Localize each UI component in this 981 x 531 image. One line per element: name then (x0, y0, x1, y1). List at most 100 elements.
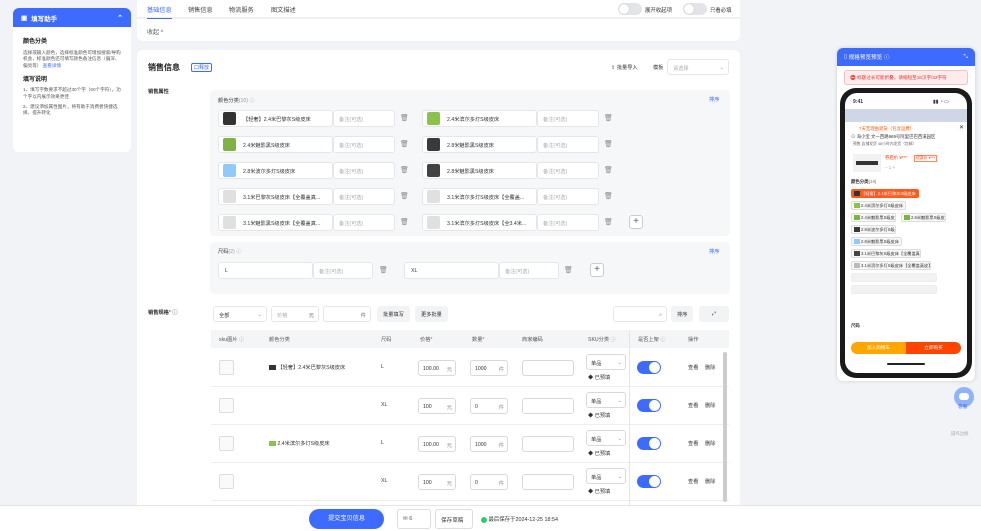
color-value-input[interactable]: 【轻奢】2.4米巴黎灰S级皮床 (218, 110, 333, 127)
listed-toggle[interactable] (637, 361, 661, 374)
tab-logistics[interactable]: 物流服务 (229, 5, 254, 14)
color-remark-input[interactable]: 备注(可选) (537, 162, 599, 179)
color-thumbnail[interactable] (223, 190, 236, 203)
assistant-action[interactable]: 操作边框 (951, 431, 969, 437)
template-select[interactable]: 请选择 ⌄ (667, 59, 729, 75)
sku-category-select[interactable]: 单品 ⌄ (586, 468, 626, 484)
expand-icon[interactable]: ⤢ (699, 306, 729, 322)
color-thumbnail[interactable] (427, 138, 440, 151)
size-remark-input[interactable]: 备注(可选) (313, 262, 373, 279)
color-value-input[interactable]: 2.4米魅影黑S级皮床 (218, 136, 333, 153)
price-input[interactable]: 100.00 元 (418, 360, 456, 376)
batch-price-input[interactable]: 价格元 (271, 306, 319, 322)
sku-image-upload[interactable] (219, 436, 234, 451)
filter-all-select[interactable]: 全部 ⌄ (213, 306, 267, 322)
tab-basic-info[interactable]: 基础信息 (147, 5, 172, 20)
color-thumbnail[interactable] (223, 112, 236, 125)
qty-input[interactable]: 0件 (470, 398, 508, 414)
color-thumbnail[interactable] (223, 138, 236, 151)
delete-link[interactable]: 删除 (705, 402, 715, 409)
trash-icon[interactable]: 🗑 (400, 218, 409, 226)
preview-color-chip[interactable]: 2.8米魅影黑S级皮床 (851, 237, 902, 246)
color-value-input[interactable]: 3.1米巴黎灰S级皮床【全覆盖真... (218, 188, 333, 205)
color-remark-input[interactable]: 备注(可选) (333, 136, 395, 153)
color-remark-input[interactable]: 备注(可选) (537, 214, 599, 231)
close-icon[interactable]: ✕ (959, 124, 964, 131)
preview-color-chip[interactable]: 2.4米魅影黑S级皮床 (851, 213, 896, 222)
preview-color-chip[interactable]: 2.4米滨尔多灯S级皮床 (851, 201, 907, 210)
color-value-input[interactable]: 2.4米滨尔多灯S级皮床 (422, 110, 537, 127)
trash-icon[interactable]: 🗑 (400, 114, 409, 122)
delete-link[interactable]: 删除 (705, 440, 715, 447)
trash-icon[interactable]: 🗑 (604, 140, 613, 148)
price-input[interactable]: 100.00 元 (418, 436, 456, 452)
preview-color-chip[interactable]: 3.1米滨尔多灯S级皮床【全覆盖真皮】 (851, 261, 931, 270)
color-thumbnail[interactable] (223, 164, 236, 177)
size-sort-link[interactable]: 排序 (709, 248, 719, 255)
size-remark-input[interactable]: 备注(可选) (499, 262, 559, 279)
color-thumbnail[interactable] (427, 112, 440, 125)
preview-color-chip[interactable]: 2.8米波尔多灯S级皮床 (851, 225, 896, 234)
delete-link[interactable]: 删除 (705, 364, 715, 371)
merchant-code-input[interactable] (522, 398, 574, 414)
add-to-cart-button[interactable]: 加入购物车 (851, 342, 906, 354)
listed-toggle[interactable] (637, 399, 661, 412)
color-remark-input[interactable]: 备注(可选) (537, 188, 599, 205)
batch-import-button[interactable]: ⇪ 批量导入 (611, 64, 638, 71)
add-size-button[interactable]: + (590, 263, 604, 277)
trash-icon[interactable]: 🗑 (604, 114, 613, 122)
shrink-icon[interactable]: ⤡ (964, 54, 968, 61)
trash-icon[interactable]: 🗑 (379, 266, 388, 274)
color-value-input[interactable]: 2.8米魅影黑S级皮床 (422, 162, 537, 179)
assistant-label[interactable]: 客服 (958, 404, 967, 410)
color-sort-link[interactable]: 排序 (709, 96, 719, 103)
color-value-input[interactable]: 3.1米魅影黑S级皮床【全覆盖真... (218, 214, 333, 231)
tab-description[interactable]: 图文描述 (271, 5, 296, 14)
required-only-toggle[interactable] (683, 3, 707, 15)
sku-category-select[interactable]: 单品 ⌄ (586, 354, 626, 370)
buy-now-button[interactable]: 立即购买 (906, 342, 961, 354)
more-batch-button[interactable]: 更多批量 (415, 306, 448, 322)
qty-input[interactable]: 1000 件 (470, 436, 508, 452)
trash-icon[interactable]: 🗑 (564, 266, 573, 274)
batch-fill-button[interactable]: 批量填写 (377, 306, 410, 322)
chevron-up-icon[interactable]: ⌃ (117, 14, 123, 22)
trash-icon[interactable]: 🗑 (400, 166, 409, 174)
delete-link[interactable]: 删除 (705, 478, 715, 485)
tab-sales-info[interactable]: 销售信息 (188, 5, 213, 14)
expand-toggle[interactable] (618, 3, 642, 15)
view-link[interactable]: 查看 (688, 364, 698, 371)
fill-helper-header[interactable]: ▣ 填写助手 ⌃ (13, 8, 131, 27)
spec-sort-button[interactable]: 排序 (671, 306, 694, 322)
trash-icon[interactable]: 🗑 (400, 140, 409, 148)
color-thumbnail[interactable] (427, 190, 440, 203)
preview-color-chip[interactable]: 3.1米巴黎灰S级皮床【全覆盖真皮】 (851, 249, 921, 258)
trash-icon[interactable]: 🗑 (604, 192, 613, 200)
color-remark-input[interactable]: 备注(可选) (537, 110, 599, 127)
preview-stepper[interactable]: − 1 + (885, 165, 895, 170)
price-input[interactable]: 100 元 (418, 474, 456, 490)
sku-category-select[interactable]: 单品 ⌄ (586, 430, 626, 446)
preview-color-chip[interactable]: 2.8米魅影黑S级皮床 (901, 213, 946, 222)
view-details-link[interactable]: 查看详情 (43, 63, 61, 68)
spec-search-input[interactable]: ⌕ (613, 306, 667, 322)
listed-toggle[interactable] (637, 475, 661, 488)
batch-stock-input[interactable]: 件 (323, 306, 371, 322)
save-draft-button[interactable]: 保存草稿 (435, 509, 473, 529)
view-link[interactable]: 查看 (688, 440, 698, 447)
size-value-xl[interactable]: XL (404, 262, 499, 279)
merchant-code-input[interactable] (522, 360, 574, 376)
merchant-code-input[interactable] (522, 436, 574, 452)
sku-image-upload[interactable] (219, 360, 234, 375)
color-thumbnail[interactable] (223, 216, 236, 229)
qty-input[interactable]: 0件 (470, 474, 508, 490)
qty-input[interactable]: 1000 件 (470, 360, 508, 376)
color-value-input[interactable]: 2.8米波尔多灯S级皮床 (218, 162, 333, 179)
merchant-code-input[interactable] (522, 474, 574, 490)
color-remark-input[interactable]: 备注(可选) (537, 136, 599, 153)
color-remark-input[interactable]: 备注(可选) (333, 162, 395, 179)
listed-toggle[interactable] (637, 437, 661, 450)
color-value-input[interactable]: 3.1米滨尔多灯S级皮床【全3.4米... (422, 214, 537, 231)
drafts-button[interactable]: ✉ 6 (397, 509, 431, 529)
color-value-input[interactable]: 2.8米魅影黑S级皮床 (422, 136, 537, 153)
